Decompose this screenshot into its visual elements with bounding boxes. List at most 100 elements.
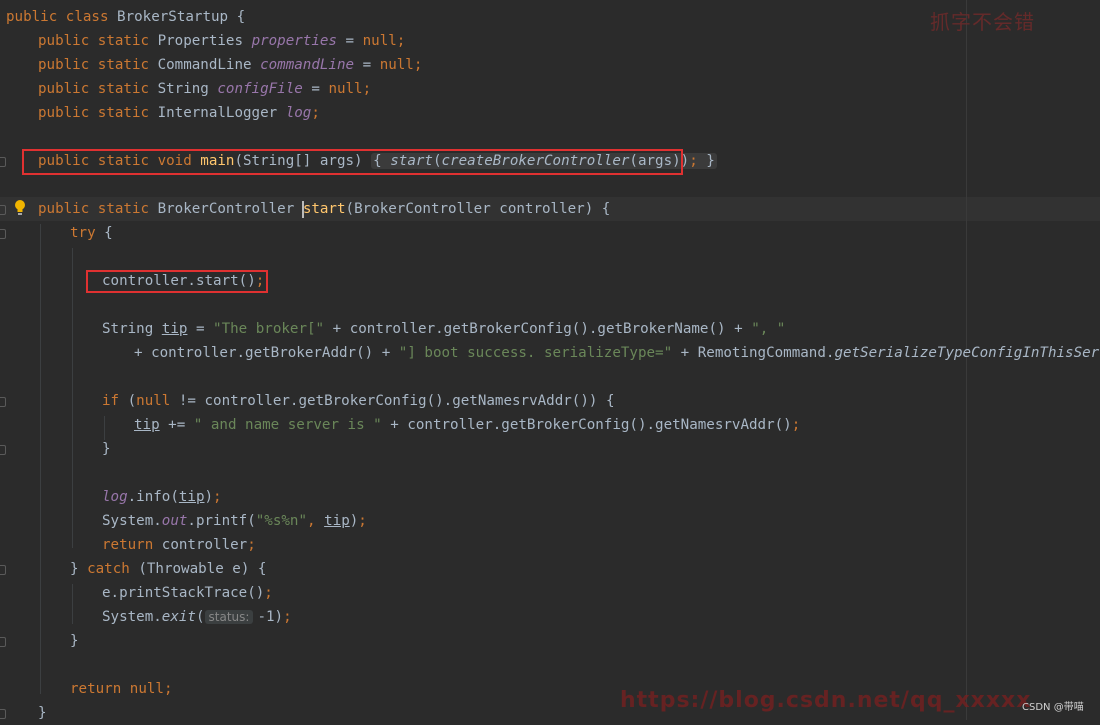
token-variable: controller — [161, 537, 248, 553]
code-line: } catch (Throwable e) { — [0, 557, 1100, 581]
token-keyword: null — [129, 681, 164, 697]
token-method-call: exit — [161, 609, 196, 625]
code-line: log.info(tip); — [0, 485, 1100, 509]
token-paren: ) — [204, 489, 214, 505]
token-keyword: return — [70, 681, 130, 697]
token-keyword: null — [362, 33, 397, 49]
code-line: System.out.printf("%s%n", tip); — [0, 509, 1100, 533]
token-keyword: public static — [38, 105, 158, 121]
token-args: -1) — [257, 609, 284, 625]
code-line: return controller; — [0, 533, 1100, 557]
token-variable: tip — [324, 513, 350, 529]
token-semicolon: ; — [311, 105, 320, 121]
token-method-name: start — [302, 201, 346, 217]
token-field: log — [285, 105, 312, 121]
token-semicolon: ; — [791, 417, 801, 433]
token-class-name: System. — [102, 513, 162, 529]
code-editor[interactable]: public class BrokerStartup { public stat… — [0, 0, 1100, 721]
token-expression: != controller.getBrokerConfig().getNames… — [170, 393, 615, 409]
code-line: public static BrokerController start(Bro… — [0, 197, 1100, 221]
code-line: try { — [0, 221, 1100, 245]
token-variable: tip — [178, 489, 205, 505]
code-line: + controller.getBrokerAddr() + "] boot s… — [0, 341, 1100, 365]
token-params: (BrokerController controller) { — [345, 201, 611, 217]
token-keyword: public static — [38, 201, 158, 217]
token-method-call: e.printStackTrace() — [102, 585, 265, 601]
token-string: " and name server is " — [193, 417, 382, 433]
code-line: tip += " and name server is " + controll… — [0, 413, 1100, 437]
token-semicolon: ; — [163, 681, 173, 697]
token-semicolon: ; — [283, 609, 292, 625]
token-field: log — [102, 489, 128, 505]
code-line: } — [0, 629, 1100, 653]
token-comma: , — [307, 513, 325, 529]
token-type: String — [157, 81, 218, 97]
token-keyword: null — [379, 57, 414, 73]
code-line: } — [0, 437, 1100, 461]
token-string: ", " — [751, 321, 786, 337]
token-brace: } — [697, 153, 715, 169]
code-line: public static String configFile = null; — [0, 77, 1100, 101]
token-semicolon: ; — [689, 153, 698, 169]
token-expression: + controller.getBrokerConfig().getBroker… — [324, 321, 752, 337]
token-operator: = — [302, 81, 329, 97]
token-semicolon: ; — [413, 57, 423, 73]
token-brace: } — [70, 633, 79, 649]
token-semicolon: ; — [396, 33, 406, 49]
token-brace: } — [38, 705, 47, 721]
token-keyword: return — [102, 537, 162, 553]
token-type: BrokerController — [157, 201, 303, 217]
token-method-call: .printf( — [187, 513, 256, 529]
code-line: System.exit(status: -1); — [0, 605, 1100, 629]
token-operator: = — [336, 33, 363, 49]
token-class-name: BrokerStartup { — [117, 9, 246, 25]
watermark-csdn: CSDN @带喵 — [1022, 702, 1084, 713]
token-string: "] boot success. serializeType=" — [398, 345, 673, 361]
token-keyword: if — [102, 393, 128, 409]
token-brace: { — [104, 225, 113, 241]
token-operator: = — [187, 321, 214, 337]
token-field: out — [161, 513, 188, 529]
code-line: e.printStackTrace(); — [0, 581, 1100, 605]
parameter-hint: status: — [204, 610, 254, 624]
code-line: String tip = "The broker[" + controller.… — [0, 317, 1100, 341]
token-method-call: getSerializeTypeConfigInThisServer — [834, 345, 1100, 361]
token-type: InternalLogger — [157, 105, 286, 121]
token-keyword: public static — [38, 57, 158, 73]
watermark-top: 抓字不会错 — [930, 10, 1035, 34]
token-method-call: .info( — [127, 489, 179, 505]
token-class-name: System. — [102, 609, 162, 625]
token-field: commandLine — [260, 57, 355, 73]
highlight-box-controller-start — [86, 270, 268, 293]
token-type: String — [102, 321, 162, 337]
code-line: public static InternalLogger log; — [0, 101, 1100, 125]
token-keyword: public static — [38, 81, 158, 97]
token-keyword: try — [70, 225, 105, 241]
token-semicolon: ; — [362, 81, 372, 97]
token-keyword: null — [136, 393, 171, 409]
token-semicolon: ; — [264, 585, 273, 601]
token-string: "The broker[" — [213, 321, 325, 337]
token-expression: + controller.getBrokerAddr() + — [134, 345, 399, 361]
code-line: public static CommandLine commandLine = … — [0, 53, 1100, 77]
token-brace: } — [70, 561, 88, 577]
token-keyword: null — [328, 81, 363, 97]
token-semicolon: ; — [213, 489, 222, 505]
token-keyword: public class — [6, 9, 118, 25]
token-paren: ( — [195, 609, 205, 625]
highlight-box-main — [22, 149, 683, 175]
token-variable: tip — [134, 417, 160, 433]
code-line: if (null != controller.getBrokerConfig()… — [0, 389, 1100, 413]
token-type: CommandLine — [157, 57, 261, 73]
token-field: properties — [251, 33, 337, 49]
token-keyword: public static — [38, 33, 158, 49]
token-string: "%s%n" — [255, 513, 308, 529]
token-semicolon: ; — [358, 513, 367, 529]
token-operator: = — [354, 57, 380, 73]
token-paren: ) — [349, 513, 359, 529]
token-type: Properties — [157, 33, 252, 49]
token-brace: } — [102, 441, 111, 457]
watermark-bottom: https://blog.csdn.net/qq_xxxxx — [620, 688, 1032, 713]
token-expression: (Throwable e) { — [138, 561, 267, 577]
token-expression: + RemotingCommand. — [672, 345, 835, 361]
